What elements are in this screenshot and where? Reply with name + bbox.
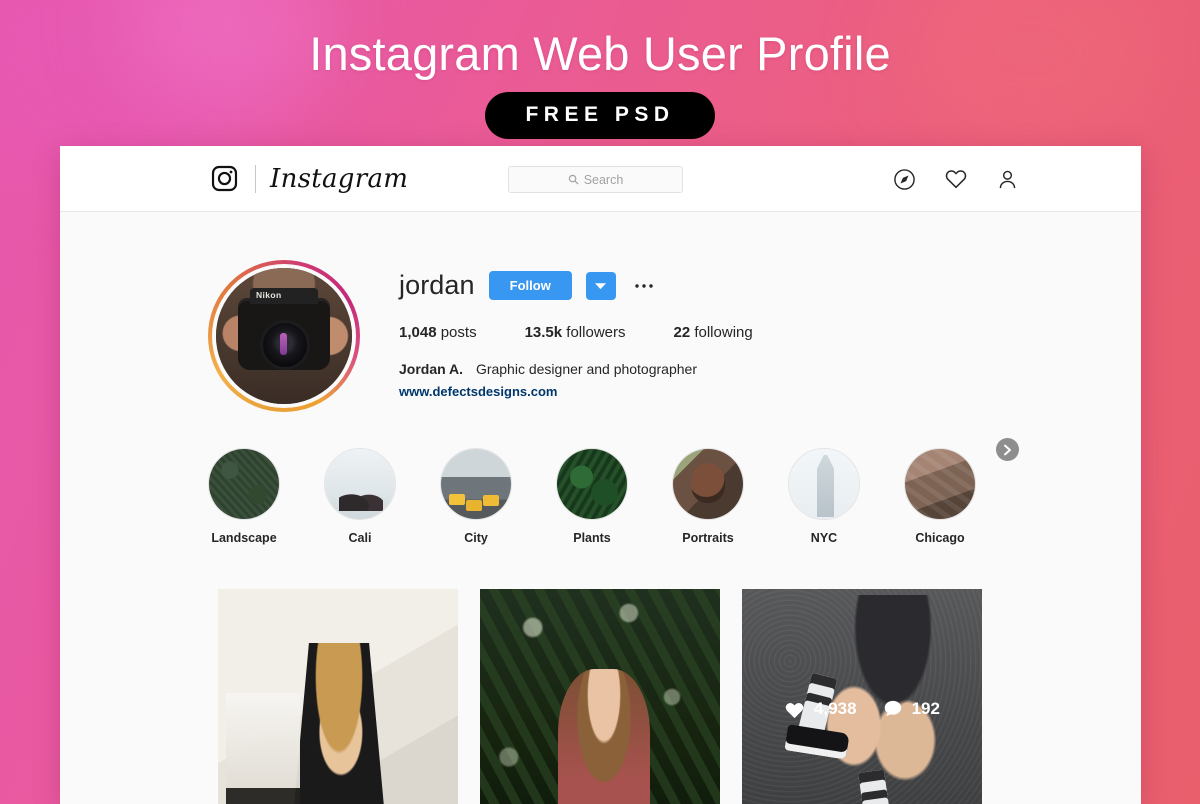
- profile-bio-text: Graphic designer and photographer: [475, 361, 697, 377]
- stat-followers-label: followers: [566, 324, 626, 341]
- highlight-portraits[interactable]: Portraits: [672, 448, 744, 545]
- highlight-cali[interactable]: Cali: [324, 448, 396, 545]
- stat-followers[interactable]: 13.5k followers: [525, 324, 626, 341]
- instagram-logo[interactable]: Instagram: [210, 164, 408, 194]
- profile-info: jordan Follow 1,048 posts 13.5k follower…: [399, 260, 753, 412]
- stat-posts-value: 1,048: [399, 324, 437, 341]
- stat-following-value: 22: [673, 324, 691, 341]
- chevron-down-icon: [595, 282, 607, 289]
- follow-button[interactable]: Follow: [488, 271, 572, 300]
- highlight-city[interactable]: City: [440, 448, 512, 545]
- heart-icon[interactable]: [944, 167, 968, 191]
- browser-card: Instagram Search Nikon jordan Follow 1,0…: [60, 146, 1141, 804]
- ellipsis-icon: [635, 283, 653, 288]
- search-placeholder: Search: [583, 172, 624, 187]
- highlight-thumb: [440, 448, 512, 520]
- highlight-chicago[interactable]: Chicago: [904, 448, 976, 545]
- logo-divider: [255, 164, 256, 193]
- chevron-right-icon: [1004, 444, 1011, 455]
- post-thumbnail-1[interactable]: [218, 589, 458, 804]
- highlight-landscape[interactable]: Landscape: [208, 448, 280, 545]
- profile-section: Nikon jordan Follow 1,048 posts 13.5k fo…: [60, 212, 1141, 412]
- heart-filled-icon: [785, 702, 804, 718]
- highlight-thumb: [208, 448, 280, 520]
- stat-posts-label: posts: [440, 324, 477, 341]
- profile-username: jordan: [399, 270, 475, 300]
- post-comments: 192: [883, 699, 940, 719]
- highlight-label: Landscape: [211, 531, 277, 545]
- stat-followers-value: 13.5k: [524, 324, 563, 341]
- highlights-next-button[interactable]: [996, 438, 1019, 461]
- profile-website-link[interactable]: www.defectsdesigns.com: [399, 384, 753, 399]
- post-hover-overlay: 4,938 192: [742, 589, 982, 804]
- header-nav: [893, 146, 1019, 212]
- avatar-inner-ring: Nikon: [212, 264, 356, 408]
- post-thumbnail-3[interactable]: 4,938 192: [742, 589, 982, 804]
- highlight-label: Plants: [573, 531, 611, 545]
- logo-wordmark: Instagram: [270, 163, 409, 194]
- compass-icon[interactable]: [893, 168, 916, 191]
- banner: Instagram Web User Profile FREE PSD: [0, 0, 1200, 146]
- highlight-thumb: [904, 448, 976, 520]
- highlight-label: Cali: [348, 531, 372, 545]
- highlight-thumb: [672, 448, 744, 520]
- highlight-thumb: [324, 448, 396, 520]
- more-options-button[interactable]: [630, 283, 658, 289]
- comment-filled-icon: [884, 700, 901, 717]
- post-grid: 4,938 192: [60, 545, 1141, 804]
- story-highlights: Landscape Cali City Plants Portraits NYC…: [60, 412, 1141, 545]
- profile-bio: Jordan A. Graphic designer and photograp…: [399, 361, 753, 399]
- search-icon: [568, 174, 579, 185]
- free-psd-badge: FREE PSD: [485, 91, 715, 139]
- avatar[interactable]: Nikon: [208, 260, 360, 412]
- banner-title: Instagram Web User Profile: [309, 27, 891, 80]
- stat-following-label: following: [694, 324, 753, 341]
- profile-full-name: Jordan A.: [399, 361, 464, 377]
- highlight-plants[interactable]: Plants: [556, 448, 628, 545]
- profile-name-row: jordan Follow: [399, 270, 753, 301]
- highlight-thumb: [556, 448, 628, 520]
- post-likes-count: 4,938: [814, 699, 857, 718]
- search-input[interactable]: Search: [508, 166, 683, 193]
- highlight-thumb: [788, 448, 860, 520]
- avatar-camera-lens: [260, 320, 310, 370]
- follow-dropdown-button[interactable]: [585, 271, 616, 300]
- instagram-header: Instagram Search: [60, 146, 1141, 212]
- post-thumbnail-2[interactable]: [480, 589, 720, 804]
- avatar-photo: Nikon: [216, 268, 352, 404]
- stat-posts[interactable]: 1,048 posts: [399, 324, 477, 341]
- person-icon[interactable]: [996, 168, 1019, 191]
- highlight-label: NYC: [810, 531, 838, 545]
- profile-stats: 1,048 posts 13.5k followers 22 following: [399, 324, 753, 341]
- highlight-label: Chicago: [915, 531, 965, 545]
- post-comments-count: 192: [911, 699, 940, 718]
- highlight-nyc[interactable]: NYC: [788, 448, 860, 545]
- post-likes: 4,938: [784, 699, 857, 719]
- instagram-camera-icon: [211, 165, 238, 192]
- highlight-label: City: [464, 531, 488, 545]
- highlight-label: Portraits: [682, 531, 734, 545]
- stat-following[interactable]: 22 following: [673, 324, 752, 341]
- avatar-camera-brand: Nikon: [256, 290, 282, 300]
